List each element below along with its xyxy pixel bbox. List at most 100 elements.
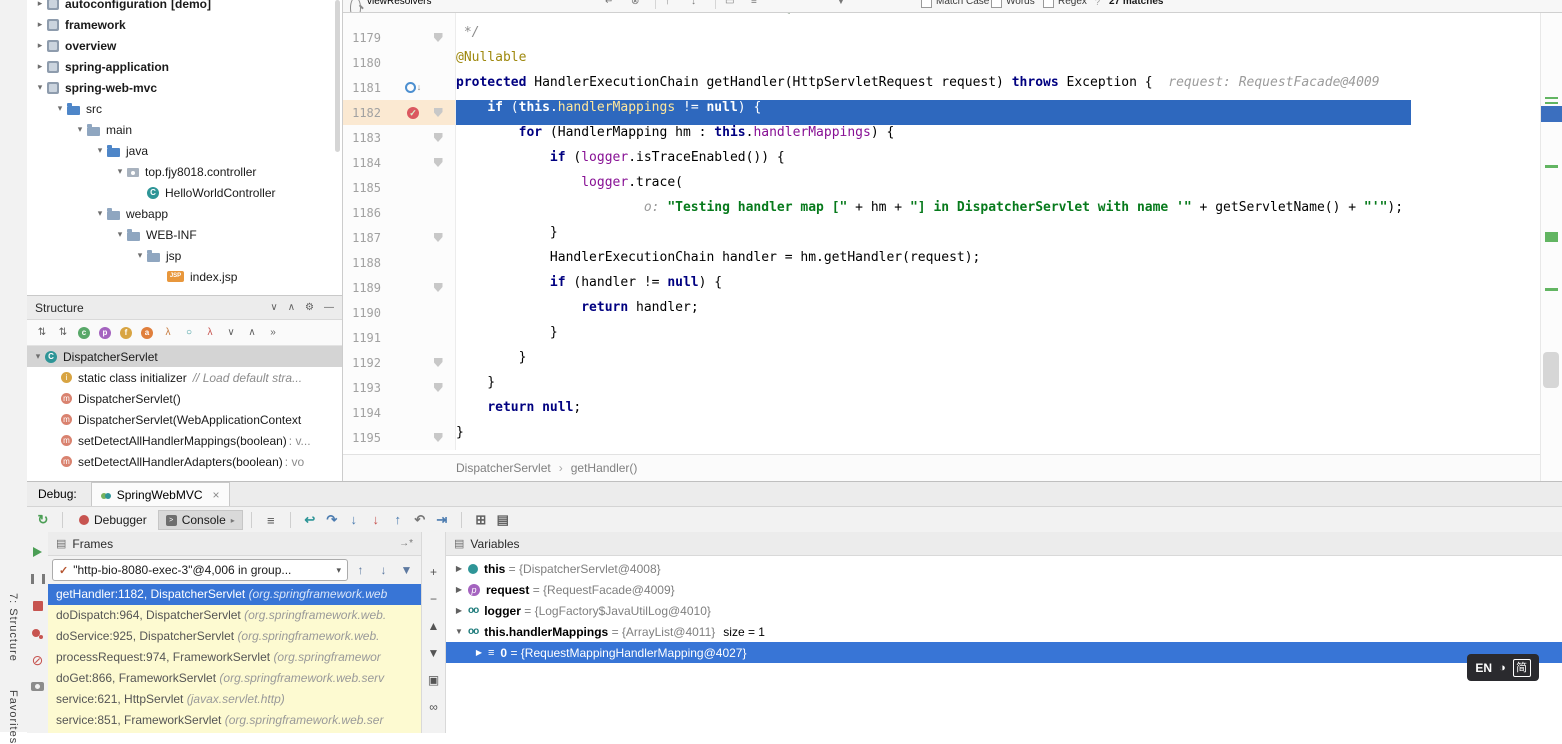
editor-gutter[interactable]: 1190 <box>343 300 456 325</box>
fold-marker-icon[interactable] <box>434 33 443 42</box>
stack-frame[interactable]: doService:925, DispatcherServlet (org.sp… <box>48 626 421 647</box>
remove-watch-button[interactable]: − <box>424 589 444 609</box>
editor-gutter[interactable] <box>343 12 456 25</box>
fold-marker-icon[interactable] <box>434 158 443 167</box>
editor-gutter[interactable]: 1186 <box>343 200 456 225</box>
project-tree-item[interactable]: ▾WEB-INF <box>27 224 342 245</box>
code-line[interactable]: 1191 } <box>343 325 1541 350</box>
duplicate-watch-button[interactable]: ▣ <box>424 670 444 690</box>
editor-gutter[interactable]: 1183 <box>343 125 456 150</box>
debug-session-tab[interactable]: SpringWebMVC × <box>91 482 230 506</box>
gear-icon[interactable]: ⚙ <box>305 302 314 313</box>
ime-badge[interactable]: EN ◑ 简 <box>1467 654 1539 681</box>
fold-marker-icon[interactable] <box>434 283 443 292</box>
code-line[interactable]: 1184 if (logger.isTraceEnabled()) { <box>343 150 1541 175</box>
code-line[interactable]: 1180@Nullable <box>343 50 1541 75</box>
editor-gutter[interactable]: 1182✓ <box>343 100 456 125</box>
thread-selector[interactable]: ✓ "http-bio-8080-exec-3"@4,006 in group.… <box>52 559 348 581</box>
chevron-closed-icon[interactable]: ▸ <box>33 40 47 51</box>
show-anonymous-icon[interactable]: λ <box>204 327 216 338</box>
code-line[interactable]: 1187 } <box>343 225 1541 250</box>
editor-gutter[interactable]: 1189 <box>343 275 456 300</box>
structure-item[interactable]: ▾CDispatcherServlet <box>27 346 342 367</box>
structure-item[interactable]: msetDetectAllHandlerMappings(boolean): v… <box>27 430 342 451</box>
code-area[interactable]: * @return the HandlerExecutionChain, or … <box>343 12 1541 455</box>
project-tree-item[interactable]: ▾main <box>27 119 342 140</box>
expand-closed-icon[interactable]: ▶ <box>452 585 466 594</box>
project-tree-item[interactable]: ▾spring-web-mvc <box>27 77 342 98</box>
inline-watches-button[interactable]: ∞ <box>424 697 444 717</box>
stack-frame[interactable]: processRequest:974, FrameworkServlet (or… <box>48 647 421 668</box>
overridden-marker-icon[interactable] <box>405 82 416 93</box>
words-checkbox[interactable]: Words <box>991 0 1035 12</box>
breakpoint-icon[interactable]: ✓ <box>407 107 419 119</box>
breadcrumb-class[interactable]: DispatcherServlet <box>456 461 551 475</box>
editor-gutter[interactable]: 1194 <box>343 400 456 425</box>
thread-dump-button[interactable] <box>27 673 48 700</box>
fold-marker-icon[interactable] <box>434 233 443 242</box>
expand-all-icon[interactable]: ∨ <box>225 327 237 338</box>
chevron-open-icon[interactable]: ▾ <box>31 351 45 362</box>
match-case-checkbox[interactable]: Match Case <box>921 0 989 12</box>
project-tree-item[interactable]: ▸framework <box>27 14 342 35</box>
editor-gutter[interactable]: 1180 <box>343 50 456 75</box>
resume-button[interactable] <box>27 538 48 565</box>
move-watch-up-button[interactable]: ▲ <box>424 616 444 636</box>
force-step-into-icon[interactable]: ↓ <box>365 512 387 528</box>
variable-row[interactable]: ▶≡0 = {RequestMappingHandlerMapping@4027… <box>446 642 1562 663</box>
mute-breakpoints-button[interactable]: ⊘ <box>27 646 48 673</box>
expand-closed-icon[interactable]: ▶ <box>472 648 486 657</box>
show-fields-icon[interactable]: f <box>120 327 132 339</box>
scrollbar-thumb[interactable] <box>1543 352 1559 388</box>
breadcrumb-method[interactable]: getHandler() <box>571 461 638 475</box>
project-tree-item[interactable]: JSPindex.jsp <box>27 266 342 287</box>
stop-button[interactable] <box>27 592 48 619</box>
project-tree-item[interactable]: CHelloWorldController <box>27 182 342 203</box>
code-line[interactable]: 1190 return handler; <box>343 300 1541 325</box>
project-scrollbar[interactable] <box>335 0 340 152</box>
stack-frame[interactable]: service:851, FrameworkServlet (org.sprin… <box>48 710 421 731</box>
project-tree-item[interactable]: ▾java <box>27 140 342 161</box>
editor-gutter[interactable]: 1181↓ <box>343 75 456 100</box>
code-line[interactable]: 1182✓ if (this.handlerMappings != null) … <box>343 100 1541 125</box>
collapse-all-icon[interactable]: ∧ <box>246 327 258 338</box>
expand-closed-icon[interactable]: ▶ <box>452 606 466 615</box>
project-tree-item[interactable]: ▸overview <box>27 35 342 56</box>
restore-layout-icon[interactable]: ▤ <box>492 512 514 528</box>
sort-by-visibility-icon[interactable]: ⇅ <box>36 327 48 338</box>
code-line[interactable]: 1192 } <box>343 350 1541 375</box>
more-icon[interactable]: » <box>267 327 279 338</box>
collapse-all-icon[interactable]: ∧ <box>288 302 295 313</box>
structure-item[interactable]: msetDetectAllHandlerAdapters(boolean): v… <box>27 451 342 472</box>
stack-frame[interactable]: doDispatch:964, DispatcherServlet (org.s… <box>48 605 421 626</box>
project-tree-item[interactable]: ▾top.fjy8018.controller <box>27 161 342 182</box>
next-occurrence-icon[interactable]: ↓ <box>691 0 696 12</box>
hide-panel-icon[interactable]: — <box>324 302 334 313</box>
tool-window-button-structure[interactable]: 7: Structure <box>7 593 19 662</box>
hide-library-frames-icon[interactable]: ▼ <box>396 563 417 577</box>
code-line[interactable]: 1185 logger.trace( <box>343 175 1541 200</box>
multiline-search-icon[interactable]: ≡ <box>751 0 757 12</box>
chevron-open-icon[interactable]: ▾ <box>113 229 127 240</box>
chevron-open-icon[interactable]: ▾ <box>93 208 107 219</box>
rerun-button[interactable]: ↻ <box>32 512 54 528</box>
code-line[interactable]: 1179 */ <box>343 25 1541 50</box>
search-query[interactable]: viewResolvers <box>367 0 431 12</box>
code-line[interactable]: 1188 HandlerExecutionChain handler = hm.… <box>343 250 1541 275</box>
show-properties-icon[interactable]: p <box>99 327 111 339</box>
view-breakpoints-button[interactable] <box>27 619 48 646</box>
layout-settings-icon[interactable]: ≡ <box>260 513 282 528</box>
view-breakpoints-icon[interactable]: ⊞ <box>470 512 492 528</box>
chevron-open-icon[interactable]: ▾ <box>33 82 47 93</box>
tab-debugger[interactable]: Debugger <box>71 510 155 530</box>
filter-search-icon[interactable]: ▼ <box>836 0 846 12</box>
chevron-open-icon[interactable]: ▾ <box>93 145 107 156</box>
structure-item[interactable]: mDispatcherServlet() <box>27 388 342 409</box>
project-tree-item[interactable]: ▾jsp <box>27 245 342 266</box>
stack-frame[interactable]: doGet:866, FrameworkServlet (org.springf… <box>48 668 421 689</box>
fold-marker-icon[interactable] <box>434 383 443 392</box>
chevron-closed-icon[interactable]: ▸ <box>33 61 47 72</box>
editor-gutter[interactable]: 1191 <box>343 325 456 350</box>
chevron-closed-icon[interactable]: ▸ <box>33 0 47 9</box>
step-over-icon[interactable]: ↷ <box>321 512 343 528</box>
